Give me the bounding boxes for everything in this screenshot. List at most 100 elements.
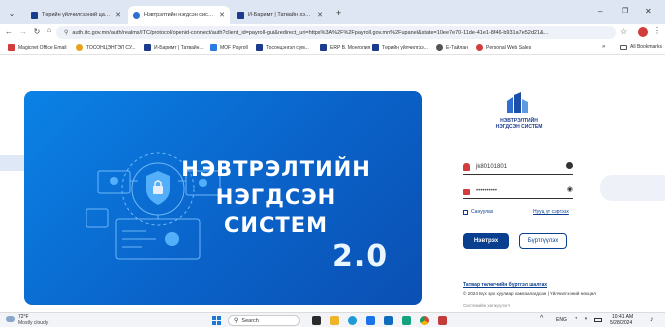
app-icon[interactable]: [438, 316, 447, 325]
password-field[interactable]: •••••••••• ◉: [463, 183, 573, 199]
minimize-button[interactable]: –: [598, 7, 602, 16]
login-panel: НЭВТРЭЛТИЙН НЭГДСЭН СИСТЕМ jk80101801 ••…: [455, 91, 596, 311]
close-window-button[interactable]: ✕: [645, 7, 652, 16]
close-tab-icon[interactable]: ✕: [115, 11, 121, 19]
tab-search-chevron-icon[interactable]: ⌄: [6, 9, 18, 18]
menu-dots-icon[interactable]: ⋮: [653, 26, 661, 35]
home-icon[interactable]: ⌂: [43, 27, 55, 34]
login-button[interactable]: Нэвтрэх: [463, 233, 509, 249]
new-tab-button[interactable]: +: [336, 8, 341, 18]
volume-icon[interactable]: ◖: [584, 316, 588, 322]
bookmark-favicon-icon: [76, 44, 83, 51]
bookmark-item[interactable]: Тосонцэнгэл сум...: [256, 44, 309, 51]
folder-icon: [620, 44, 627, 50]
bookmark-label: ERP B. Монголия: [330, 44, 371, 51]
taskbar-search-box[interactable]: ⚲ Search: [228, 315, 300, 326]
building-logo-icon: [507, 92, 528, 113]
close-tab-icon[interactable]: ✕: [219, 11, 225, 19]
wifi-icon[interactable]: ◔: [574, 316, 578, 322]
bookmark-favicon-icon: [476, 44, 483, 51]
footer-copyright: © 2024 Бүх эрх хуулиар хамгаалагдсан | Ү…: [463, 291, 596, 296]
reload-icon[interactable]: ↻: [31, 27, 43, 36]
battery-icon[interactable]: [594, 318, 602, 322]
back-arrow-icon[interactable]: ←: [3, 27, 15, 36]
clock-date[interactable]: 5/28/2024: [610, 320, 632, 326]
forward-arrow-icon[interactable]: →: [17, 27, 29, 36]
bookmarks-overflow-icon[interactable]: »: [602, 44, 605, 50]
bookmark-favicon-icon: [436, 44, 443, 51]
hero-version: 2.0: [332, 239, 389, 274]
forgot-password-link[interactable]: Нууц үг сэргээх: [533, 209, 569, 215]
edge-browser-icon[interactable]: [348, 316, 357, 325]
bookmark-label: Төрийн үйлчилгээ...: [382, 44, 428, 51]
store-icon[interactable]: [366, 316, 375, 325]
profile-avatar[interactable]: [638, 27, 648, 37]
page-content: НЭВТРЭЛТИЙН НЭГДСЭН СИСТЕМ 2.0 НЭВТРЭЛТИ…: [0, 55, 665, 312]
notification-bell-icon[interactable]: ♪: [650, 316, 654, 323]
logo-text-line2: НЭГДСЭН СИСТЕМ: [495, 124, 543, 130]
tab-title: И-Баримт | Татвайн хэлтэс: [248, 12, 314, 18]
file-explorer-icon[interactable]: [330, 316, 339, 325]
site-info-icon[interactable]: ⚲: [64, 29, 68, 36]
clear-input-icon[interactable]: [566, 162, 573, 169]
tab-auth-system[interactable]: Нэвтрэлтийн нэгдсэн систем ✕: [128, 6, 230, 24]
show-password-eye-icon[interactable]: ◉: [567, 185, 573, 193]
tab-ebarimt[interactable]: И-Баримт | Татвайн хэлтэс ✕: [232, 6, 328, 24]
tray-chevron-icon[interactable]: ^: [540, 315, 543, 322]
username-field[interactable]: jk80101801: [463, 159, 573, 175]
lock-icon: [463, 188, 470, 195]
footer-small-text: Системийн хөгжүүлэгч: [463, 303, 511, 308]
close-tab-icon[interactable]: ✕: [317, 11, 323, 19]
bookmark-label: И-Баримт | Татвайн...: [154, 44, 204, 51]
address-bar-row: ← → ↻ ⌂ ⚲ auth.itc.gov.mn/auth/realms/IT…: [0, 24, 665, 41]
bookmark-item[interactable]: Төрийн үйлчилгээ...: [372, 44, 428, 51]
star-bookmark-icon[interactable]: ☆: [620, 27, 627, 36]
bookmark-item[interactable]: MOF Payroll: [210, 44, 248, 51]
hero-banner: НЭВТРЭЛТИЙН НЭГДСЭН СИСТЕМ 2.0: [24, 91, 422, 305]
taxpayer-check-link[interactable]: Татвар төлөгчийн бүртгэл шалгах: [463, 282, 547, 288]
register-button[interactable]: Бүртгүүлэх: [519, 233, 567, 249]
bookmark-item[interactable]: Personal Web Sales: [476, 44, 531, 51]
hero-title-line3: СИСТЕМ: [224, 213, 328, 237]
bookmark-label: Е-Тайлан: [446, 44, 468, 51]
task-view-icon[interactable]: [312, 316, 321, 325]
windows-taskbar: 72°F Mostly cloudy ⚲ Search ^ ENG ◔ ◖ 10…: [0, 312, 665, 327]
bookmark-favicon-icon: [256, 44, 263, 51]
bookmark-item[interactable]: Е-Тайлан: [436, 44, 468, 51]
password-value: ••••••••••: [476, 187, 498, 194]
bookmark-label: Personal Web Sales: [486, 44, 532, 51]
all-bookmarks-label: All Bookmarks: [630, 44, 662, 50]
remember-checkbox[interactable]: [463, 209, 468, 215]
decorative-blob: [600, 175, 665, 201]
bookmark-favicon-icon: [8, 44, 15, 51]
app-icon[interactable]: [402, 316, 411, 325]
tab-title: Нэвтрэлтийн нэгдсэн систем: [144, 12, 216, 18]
bookmarks-bar: Magicnet Office Email ТОСОНЦЭНГЭЛ СУ... …: [0, 41, 665, 55]
bookmark-favicon-icon: [210, 44, 217, 51]
all-bookmarks-item[interactable]: All Bookmarks: [620, 44, 662, 50]
url-omnibox[interactable]: ⚲ auth.itc.gov.mn/auth/realms/ITC/protoc…: [56, 26, 616, 39]
maximize-button[interactable]: ❐: [622, 7, 628, 15]
chrome-browser-icon[interactable]: [420, 316, 429, 325]
bookmark-label: Magicnet Office Email: [18, 44, 67, 51]
tab-gov-services[interactable]: Төрийн үйлчилгээний цахим... ✕: [26, 6, 126, 24]
user-icon: [463, 162, 470, 171]
remember-checkbox-row[interactable]: Сануулах: [463, 209, 493, 215]
bookmark-item[interactable]: И-Баримт | Татвайн...: [144, 44, 204, 51]
windows-start-icon[interactable]: [212, 316, 221, 325]
mail-icon[interactable]: [384, 316, 393, 325]
weather-icon: [6, 316, 15, 322]
remember-label: Сануулах: [471, 209, 494, 215]
bookmark-item[interactable]: ТОСОНЦЭНГЭЛ СУ...: [76, 44, 136, 51]
gov-favicon-icon: [31, 11, 38, 19]
input-language[interactable]: ENG: [556, 317, 567, 323]
taskbar-search-placeholder: Search: [241, 317, 259, 324]
hero-title-line2: НЭГДСЭН: [215, 185, 337, 209]
bookmark-favicon-icon: [320, 44, 327, 51]
hero-title-line1: НЭВТРЭЛТИЙН: [181, 157, 371, 181]
url-text: auth.itc.gov.mn/auth/realms/ITC/protocol…: [72, 29, 549, 36]
bookmark-item[interactable]: ERP B. Монголия: [320, 44, 370, 51]
bookmark-item[interactable]: Magicnet Office Email: [8, 44, 67, 51]
system-logo: [497, 91, 537, 117]
bookmark-label: MOF Payroll: [220, 44, 248, 51]
